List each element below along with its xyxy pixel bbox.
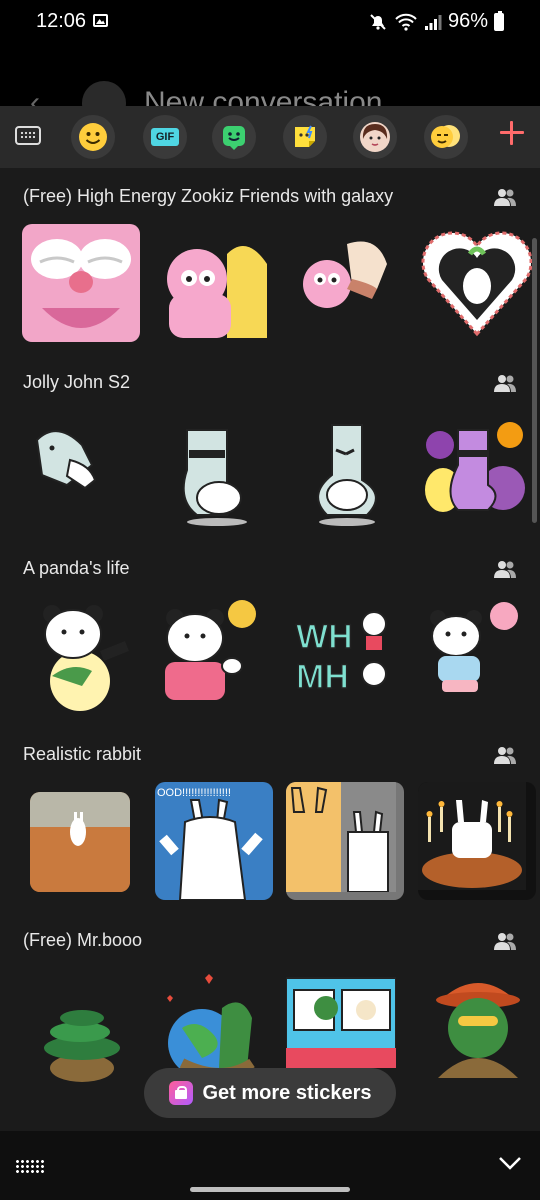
signal-icon [424,14,442,30]
bird-sticker [35,430,97,490]
rabbit-cheering-sticker: OOD!!!!!!!!!!!!!!!! [157,787,263,900]
keyboard-icon[interactable] [15,1159,45,1175]
sticker[interactable] [22,410,140,528]
bus-friends-sticker [286,977,397,1068]
sticker-row: WH MH [0,596,540,716]
panda-with-sun-sticker [165,600,256,700]
green-creature-with-hat-sticker [436,983,520,1078]
shared-users-icon[interactable] [494,374,516,392]
sticker[interactable] [418,596,536,714]
sticker-pack-title: (Free) High Energy Zookiz Friends with g… [23,186,394,206]
gif-label: GIF [150,128,180,146]
shared-users-icon[interactable] [494,932,516,950]
emoji-sticker-tab[interactable] [424,115,468,159]
conversation-title: New conversation [144,86,383,106]
plus-icon[interactable] [498,119,526,147]
back-arrow-icon: ‹ [30,86,40,106]
sticker-tab-bar: GIF [0,106,540,168]
sticker-row [0,410,540,530]
bird-thinking-sticker [317,424,377,526]
sticker[interactable] [157,410,275,528]
sticker[interactable] [157,224,275,342]
shared-users-icon[interactable] [494,188,516,206]
bird-with-sunglasses-sticker [182,429,247,526]
sticker[interactable] [418,224,536,342]
sticker[interactable] [22,224,140,342]
background-app-header: ‹ New conversation [0,46,540,106]
bitmoji-tab[interactable] [212,115,256,159]
get-more-stickers-button[interactable]: Get more stickers [144,1068,396,1118]
gallery-icon [93,14,108,27]
sticker-row: OOD!!!!!!!!!!!!!!!! [0,782,540,902]
shared-users-icon[interactable] [494,746,516,764]
sticker-pack-title: Realistic rabbit [23,744,142,764]
sticker-text-ood: OOD!!!!!!!!!!!!!!!! [157,787,231,799]
scrollbar[interactable] [532,238,537,523]
panda-text-sticker: WH MH [295,611,387,697]
sticker[interactable] [22,596,140,714]
status-bar: 12:06 96% [0,0,540,46]
sticker[interactable] [292,410,410,528]
sticker[interactable] [418,410,536,528]
panda-with-heart-sticker [430,602,518,692]
rabbit-in-desert-sticker [30,792,130,892]
heart-frame-sticker [421,231,533,337]
sticker-text-wh: WH [296,618,353,656]
home-indicator[interactable] [190,1187,350,1192]
sticker[interactable] [30,792,130,892]
chevron-down-icon[interactable] [498,1155,522,1171]
sticker-text-mh: MH [296,658,349,696]
pink-and-yellow-friends-sticker [167,246,267,338]
shared-users-icon[interactable] [494,560,516,578]
bitmoji-icon [223,126,245,150]
sticker-app-tab[interactable] [283,115,327,159]
sticker-pack-title: A panda's life [23,558,130,578]
battery-icon [494,10,504,31]
panda-with-dinosaur-sticker [43,605,129,711]
battery-percent: 96% [447,10,488,32]
sticker-pack-title: (Free) Mr.booo [23,930,143,950]
sticker[interactable]: OOD!!!!!!!!!!!!!!!! [155,782,273,900]
emoji-tab[interactable] [71,115,115,159]
sticker-row [0,224,540,344]
green-stack-sticker [44,1010,120,1082]
wink-face-icon [431,125,460,148]
smiley-face-icon [79,123,107,151]
sticker[interactable] [418,968,536,1086]
mute-icon [370,13,386,30]
get-more-stickers-label: Get more stickers [202,1081,372,1104]
sticker-pack-title: Jolly John S2 [23,372,131,392]
keyboard-icon[interactable] [15,126,41,145]
avatar-icon [360,122,390,152]
status-icons: 96% [368,10,504,33]
shopping-bag-icon [168,1081,193,1105]
rabbits-on-train-sticker [286,782,396,893]
avatar-tab[interactable] [353,115,397,159]
pink-creature-sticker [303,241,387,308]
status-time: 12:06 [36,10,87,32]
purple-bird-sticker [425,422,525,512]
sticker[interactable] [286,782,404,900]
pink-face-sticker [31,239,131,328]
sticker[interactable] [292,224,410,342]
sticker-panel: GIF (Free) High Energy Zookiz Friends wi… [0,106,540,1131]
sticker-icon [295,125,315,147]
sticker[interactable] [157,596,275,714]
wifi-icon [395,13,417,31]
sticker[interactable] [418,782,536,900]
avatar [82,81,126,106]
gif-tab[interactable]: GIF [143,115,187,159]
sticker[interactable]: WH MH [292,596,410,714]
rabbit-with-cake-sticker [418,782,526,890]
sticker[interactable] [22,968,140,1086]
